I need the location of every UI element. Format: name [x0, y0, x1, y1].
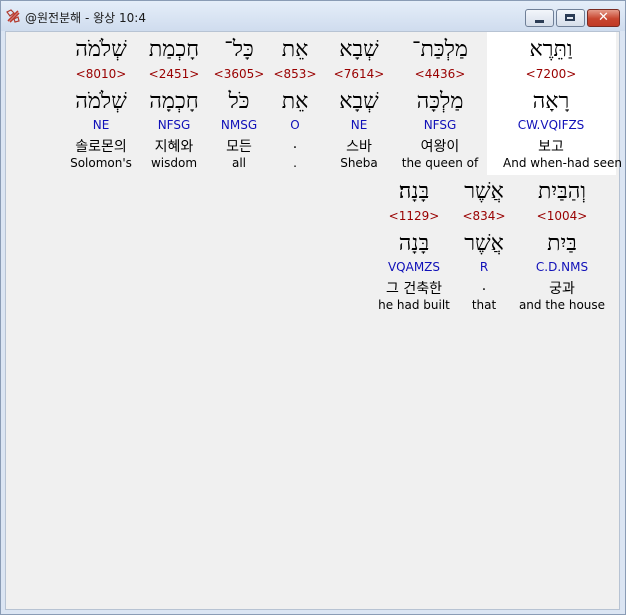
minimize-icon	[535, 20, 544, 23]
parsing-code: VQAMZS	[387, 260, 441, 274]
close-button[interactable]: ✕	[587, 9, 620, 27]
hebrew-lemma: בָּנָה	[398, 231, 430, 256]
strong-number: <7200>	[525, 67, 577, 81]
english-gloss: And when-had seen	[503, 156, 622, 170]
maximize-button[interactable]	[556, 9, 585, 27]
parsing-code: NE	[92, 118, 110, 132]
hebrew-word: בָּנָה׃	[398, 179, 430, 204]
minimize-button[interactable]	[525, 9, 554, 27]
close-icon: ✕	[598, 10, 609, 25]
title-bar[interactable]: @원전분해 - 왕상 10:4 ✕	[1, 1, 625, 31]
app-window: @원전분해 - 왕상 10:4 ✕ וַתֵּרֶא <7200> רָאָה …	[0, 0, 626, 615]
parsing-code: CW.VQIFZS	[517, 118, 585, 132]
maximize-icon	[565, 14, 575, 21]
english-gloss: he had built	[378, 298, 450, 312]
window-title: @원전분해 - 왕상 10:4	[25, 11, 146, 25]
english-gloss: Solomon's	[70, 156, 132, 170]
hebrew-lemma: רָאָה	[532, 89, 570, 114]
strong-number: <1129>	[388, 209, 440, 223]
korean-gloss: 그 건축한	[386, 281, 442, 297]
korean-gloss: 보고	[538, 139, 564, 155]
hebrew-word: וַתֵּרֶא	[529, 37, 573, 62]
hebrew-lemma: שְׁלֹמֹה	[75, 89, 127, 114]
korean-gloss: 솔로몬의	[75, 139, 127, 155]
app-logo-icon	[6, 9, 20, 23]
hebrew-word: שְׁלֹמֹה	[75, 37, 127, 62]
analysis-panel: וַתֵּרֶא <7200> רָאָה CW.VQIFZS 보고 And w…	[5, 31, 622, 610]
strong-number: <8010>	[75, 67, 127, 81]
